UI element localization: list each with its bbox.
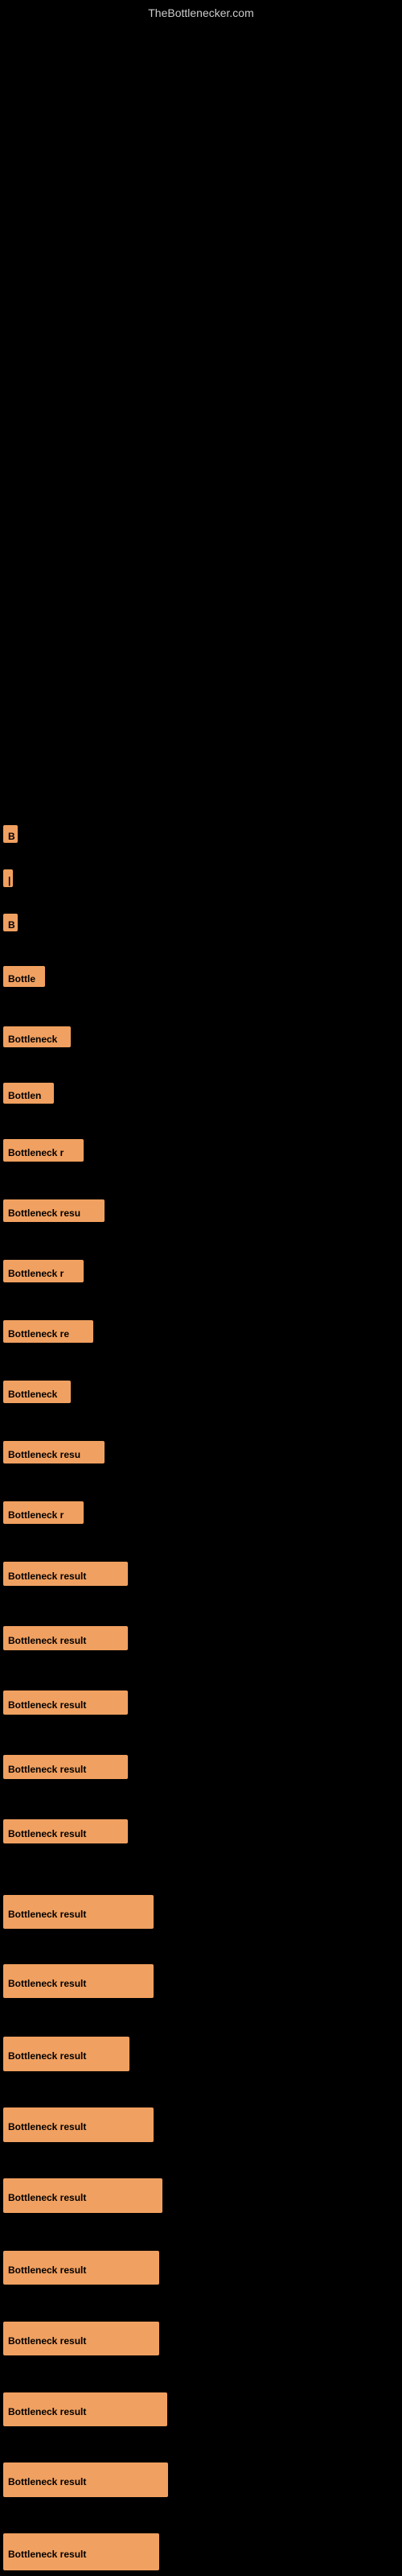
bottleneck-result-label[interactable]: Bottle — [3, 966, 45, 987]
bottleneck-result-label[interactable]: Bottleneck — [3, 1381, 71, 1403]
bottleneck-result-label[interactable]: Bottleneck result — [3, 1895, 154, 1929]
site-title: TheBottlenecker.com — [148, 6, 254, 19]
bottleneck-result-label[interactable]: Bottleneck result — [3, 1690, 128, 1715]
bottleneck-result-label[interactable]: Bottleneck result — [3, 1964, 154, 1998]
bottleneck-result-label[interactable]: Bottleneck result — [3, 2178, 162, 2213]
bottleneck-result-label[interactable]: Bottleneck result — [3, 2462, 168, 2497]
bottleneck-result-label[interactable]: Bottleneck re — [3, 1320, 93, 1343]
bottleneck-result-label[interactable]: Bottleneck resu — [3, 1441, 105, 1463]
bottleneck-result-label[interactable]: Bottleneck — [3, 1026, 71, 1047]
bottleneck-result-label[interactable]: Bottleneck result — [3, 1819, 128, 1843]
bottleneck-result-label[interactable]: Bottleneck result — [3, 2322, 159, 2355]
bottleneck-result-label[interactable]: Bottleneck result — [3, 2251, 159, 2285]
bottleneck-result-label[interactable]: Bottleneck result — [3, 1562, 128, 1586]
bottleneck-result-label[interactable]: Bottleneck r — [3, 1139, 84, 1162]
bottleneck-result-label[interactable]: Bottleneck result — [3, 2037, 129, 2071]
bottleneck-result-label[interactable]: Bottleneck r — [3, 1501, 84, 1524]
bottleneck-result-label[interactable]: Bottleneck result — [3, 1626, 128, 1650]
bottleneck-result-label[interactable]: | — [3, 869, 13, 887]
bottleneck-result-label[interactable]: Bottleneck result — [3, 2107, 154, 2142]
bottleneck-result-label[interactable]: Bottleneck r — [3, 1260, 84, 1282]
bottleneck-result-label[interactable]: Bottleneck result — [3, 1755, 128, 1779]
bottleneck-result-label[interactable]: B — [3, 914, 18, 931]
bottleneck-result-label[interactable]: Bottlen — [3, 1083, 54, 1104]
bottleneck-result-label[interactable]: B — [3, 825, 18, 843]
bottleneck-result-label[interactable]: Bottleneck result — [3, 2533, 159, 2570]
bottleneck-result-label[interactable]: Bottleneck result — [3, 2392, 167, 2426]
bottleneck-result-label[interactable]: Bottleneck resu — [3, 1199, 105, 1222]
